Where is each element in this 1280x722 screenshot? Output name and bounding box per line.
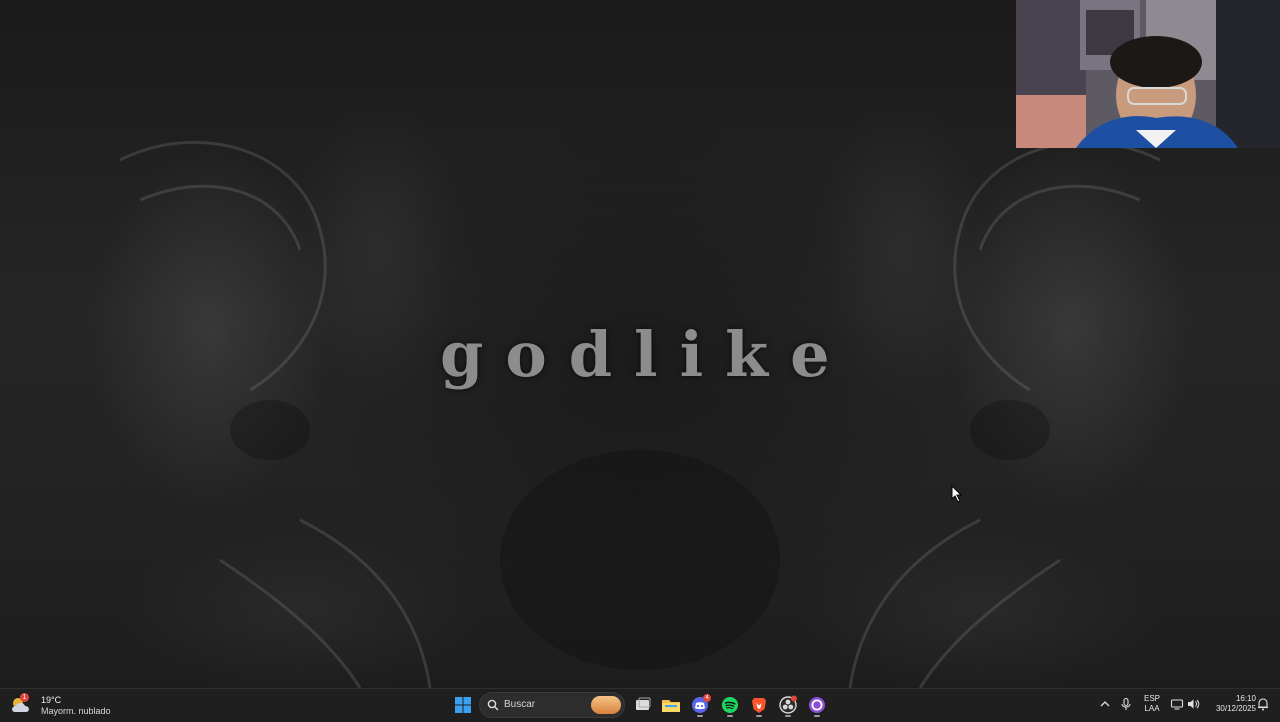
network-icon[interactable] bbox=[1170, 697, 1184, 711]
purple-circle-icon bbox=[809, 697, 825, 713]
weather-condition: Mayorm. nublado bbox=[41, 706, 111, 716]
volume-icon[interactable] bbox=[1186, 697, 1200, 711]
language-code: ESP bbox=[1143, 694, 1160, 703]
clock-time: 16:10 bbox=[1235, 694, 1256, 703]
start-button[interactable] bbox=[451, 693, 475, 717]
taskbar-search-box[interactable]: Buscar bbox=[479, 692, 625, 718]
discord-button[interactable]: 4 bbox=[688, 693, 712, 717]
webcam-overlay bbox=[1016, 0, 1280, 148]
running-indicator bbox=[756, 715, 762, 717]
running-indicator bbox=[697, 715, 703, 717]
keyboard-layout: LAA bbox=[1144, 704, 1160, 713]
chevron-up-icon[interactable] bbox=[1098, 697, 1112, 711]
task-view-button[interactable] bbox=[631, 693, 655, 717]
spotify-button[interactable] bbox=[718, 693, 742, 717]
brave-browser-button[interactable] bbox=[747, 693, 771, 717]
windows-logo-icon bbox=[455, 697, 471, 713]
task-view-icon bbox=[636, 697, 651, 710]
obs-button[interactable] bbox=[776, 693, 800, 717]
purple-app-button[interactable] bbox=[805, 693, 829, 717]
search-highlight-image bbox=[591, 696, 621, 714]
folder-icon bbox=[662, 700, 680, 712]
running-indicator bbox=[785, 715, 791, 717]
microphone-icon[interactable] bbox=[1119, 697, 1133, 711]
spotify-icon bbox=[722, 697, 738, 713]
notification-bell-icon[interactable] bbox=[1257, 697, 1269, 711]
desktop-wallpaper: godlike bbox=[0, 0, 1280, 688]
file-explorer-button[interactable] bbox=[659, 693, 683, 717]
weather-alert-badge: 1 bbox=[20, 693, 29, 702]
search-icon bbox=[487, 699, 499, 711]
weather-widget[interactable]: 1 19°C Mayorm. nublado bbox=[8, 691, 118, 719]
clock-date: 30/12/2025 bbox=[1215, 704, 1256, 713]
running-indicator bbox=[814, 715, 820, 717]
search-placeholder: Buscar bbox=[504, 699, 536, 710]
running-indicator bbox=[727, 715, 733, 717]
language-indicator[interactable]: ESP LAA bbox=[1140, 694, 1164, 714]
mouse-cursor-icon bbox=[951, 485, 963, 503]
webcam-feed-image bbox=[1016, 0, 1280, 148]
taskbar: 1 19°C Mayorm. nublado Buscar 4 ESP LAA … bbox=[0, 688, 1280, 720]
weather-temperature: 19°C bbox=[41, 695, 62, 705]
brave-icon bbox=[752, 698, 766, 713]
system-clock[interactable]: 16:10 30/12/2025 bbox=[1204, 694, 1256, 714]
obs-icon bbox=[779, 695, 797, 714]
wallpaper-title-text: godlike bbox=[440, 318, 852, 391]
discord-notification-badge: 4 bbox=[703, 694, 711, 702]
